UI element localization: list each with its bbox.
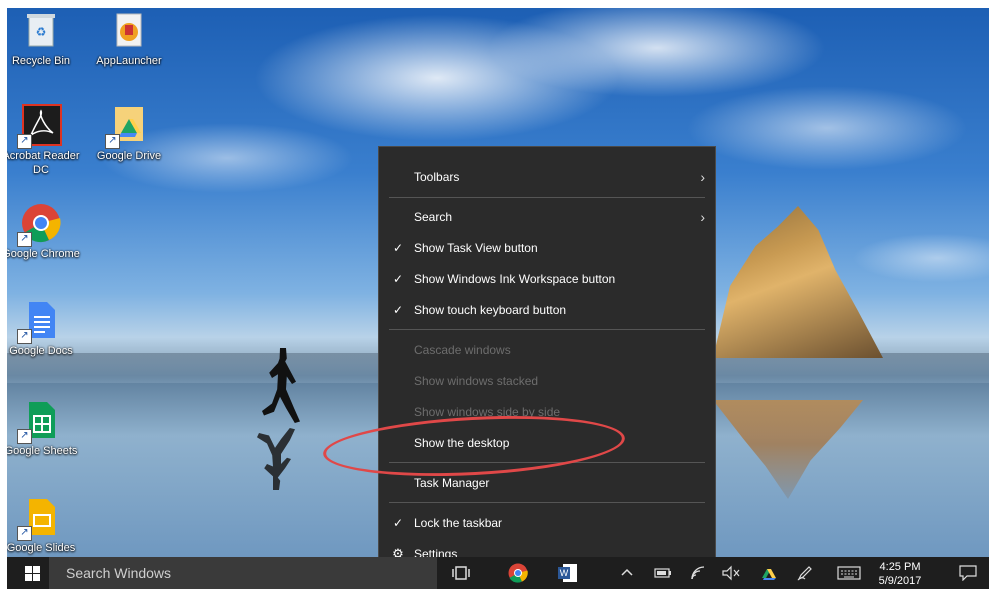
show-hidden-icons-button[interactable] <box>617 557 637 589</box>
menu-item-cascade-windows: Cascade windows <box>379 336 715 364</box>
svg-text:W: W <box>560 568 569 578</box>
chrome-icon <box>508 563 528 583</box>
chrome-icon: ↗ <box>17 201 63 247</box>
desktop-icon-label: Google Slides <box>7 542 76 554</box>
checkmark-icon: ✓ <box>392 516 404 530</box>
shortcut-arrow-icon: ↗ <box>17 526 32 541</box>
menu-item-lock-the-taskbar[interactable]: ✓ Lock the taskbar <box>379 509 715 537</box>
google-docs-icon: ↗ <box>17 298 63 344</box>
desktop-icon-acrobat[interactable]: ↗ Acrobat Reader DC <box>7 103 83 177</box>
google-slides-icon: ↗ <box>17 495 63 541</box>
recycle-bin-icon: ♻ <box>19 8 63 52</box>
desktop-icon-label: Google Drive <box>96 150 162 162</box>
battery-icon <box>654 568 671 578</box>
shortcut-arrow-icon: ↗ <box>17 134 32 149</box>
menu-item-label: Search <box>414 210 453 224</box>
menu-item-label: Settings <box>414 547 458 557</box>
keyboard-icon <box>837 566 861 580</box>
wifi-icon <box>691 566 705 580</box>
desktop-icon-label: Google Sheets <box>7 445 78 457</box>
menu-item-label: Cascade windows <box>414 343 511 357</box>
gear-icon: ⚙ <box>392 546 404 557</box>
desktop-icon-label: Acrobat Reader DC <box>7 150 80 176</box>
taskbar[interactable]: Search Windows W 4:25 PM 5/9/2017 <box>7 557 989 589</box>
battery-button[interactable] <box>651 557 675 589</box>
acrobat-reader-icon: ↗ <box>17 103 63 149</box>
menu-item-label: Show Task View button <box>414 241 538 255</box>
start-button[interactable] <box>15 557 49 589</box>
app-launcher-icon <box>107 8 151 52</box>
menu-item-show-windows-ink-button[interactable]: ✓ Show Windows Ink Workspace button <box>379 265 715 293</box>
desktop-icon-label: Google Docs <box>9 345 73 357</box>
volume-button[interactable] <box>719 557 743 589</box>
google-drive-icon <box>762 569 776 580</box>
network-button[interactable] <box>687 557 711 589</box>
clock-date: 5/9/2017 <box>878 575 922 587</box>
menu-item-show-touch-keyboard-button[interactable]: ✓ Show touch keyboard button <box>379 296 715 324</box>
desktop-icon-google-sheets[interactable]: ↗ Google Sheets <box>7 398 83 458</box>
task-view-button[interactable] <box>447 557 475 589</box>
shortcut-arrow-icon: ↗ <box>17 329 32 344</box>
desktop-icon-applauncher[interactable]: AppLauncher <box>87 8 171 68</box>
menu-item-toolbars[interactable]: Toolbars › <box>379 163 715 191</box>
desktop-icon-label: Google Chrome <box>7 248 80 260</box>
google-sheets-icon: ↗ <box>17 398 63 444</box>
checkmark-icon: ✓ <box>392 241 404 255</box>
search-box[interactable]: Search Windows <box>49 557 437 589</box>
volume-muted-icon <box>722 565 740 581</box>
desktop-icon-recycle-bin[interactable]: ♻ Recycle Bin <box>7 8 83 68</box>
chevron-up-icon <box>621 568 633 576</box>
desktop-icon-label: AppLauncher <box>96 55 162 67</box>
pen-icon <box>797 566 812 581</box>
google-drive-icon: ↗ <box>105 103 151 149</box>
chevron-right-icon: › <box>700 209 705 225</box>
menu-separator <box>389 502 705 503</box>
desktop-icon-google-docs[interactable]: ↗ Google Docs <box>7 298 83 358</box>
clock[interactable]: 4:25 PM 5/9/2017 <box>869 557 931 589</box>
menu-separator <box>389 197 705 198</box>
touch-keyboard-button[interactable] <box>835 557 863 589</box>
desktop-icon-google-drive[interactable]: ↗ Google Drive <box>87 103 171 163</box>
clock-time: 4:25 PM <box>879 561 921 573</box>
word-icon: W <box>558 564 577 582</box>
checkmark-icon: ✓ <box>392 303 404 317</box>
menu-item-settings[interactable]: ⚙ Settings <box>379 540 715 557</box>
menu-item-label: Show touch keyboard button <box>414 303 567 317</box>
menu-item-label: Show windows stacked <box>414 374 539 388</box>
chevron-right-icon: › <box>700 169 705 185</box>
desktop-icon-label: Recycle Bin <box>11 55 71 67</box>
runner-reflection <box>257 428 295 490</box>
taskbar-word-button[interactable]: W <box>551 557 585 589</box>
action-center-button[interactable] <box>953 557 983 589</box>
desktop-icon-google-slides[interactable]: ↗ Google Slides <box>7 495 83 555</box>
desktop-background[interactable]: ♻ Recycle Bin AppLauncher ↗ Acrobat Read… <box>7 8 989 557</box>
search-placeholder: Search Windows <box>66 565 172 581</box>
windows-logo-icon <box>24 566 40 581</box>
notifications-icon <box>959 565 977 582</box>
desktop-icon-chrome[interactable]: ↗ Google Chrome <box>7 201 83 261</box>
menu-item-show-windows-stacked: Show windows stacked <box>379 367 715 395</box>
shortcut-arrow-icon: ↗ <box>17 232 32 247</box>
shortcut-arrow-icon: ↗ <box>105 134 120 149</box>
shortcut-arrow-icon: ↗ <box>17 429 32 444</box>
google-drive-tray-button[interactable] <box>757 557 781 589</box>
menu-item-label: Toolbars <box>414 170 460 184</box>
rock-reflection <box>713 400 863 499</box>
screen: ♻ Recycle Bin AppLauncher ↗ Acrobat Read… <box>7 8 989 589</box>
menu-item-show-task-view-button[interactable]: ✓ Show Task View button <box>379 234 715 262</box>
checkmark-icon: ✓ <box>392 272 404 286</box>
menu-item-label: Show Windows Ink Workspace button <box>414 272 616 286</box>
menu-item-search[interactable]: Search › <box>379 203 715 231</box>
rock-formation <box>713 206 883 358</box>
svg-text:♻: ♻ <box>36 25 47 39</box>
menu-separator <box>389 329 705 330</box>
task-view-icon <box>452 566 470 580</box>
menu-item-label: Lock the taskbar <box>414 516 503 530</box>
taskbar-chrome-button[interactable] <box>501 557 535 589</box>
taskbar-context-menu: Toolbars › Search › ✓ Show Task View but… <box>378 146 716 557</box>
windows-ink-button[interactable] <box>793 557 817 589</box>
